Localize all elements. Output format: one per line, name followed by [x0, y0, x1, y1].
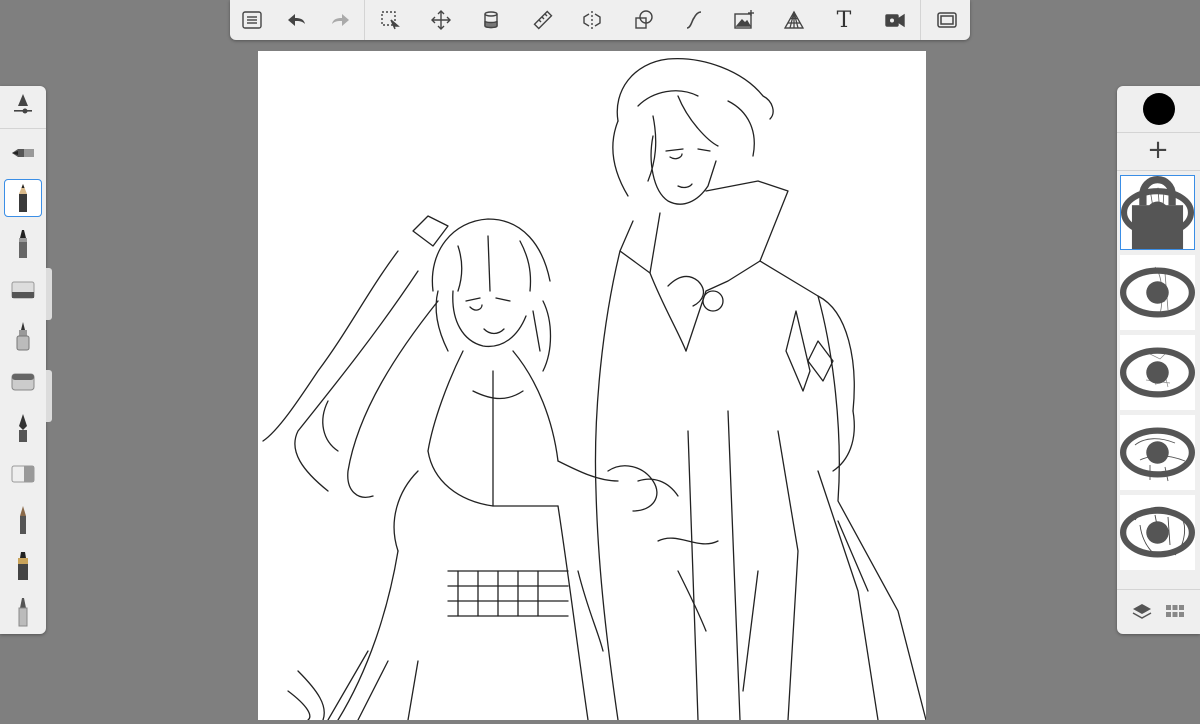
redo-icon[interactable]: [327, 6, 355, 34]
transform-icon[interactable]: [427, 6, 455, 34]
fine-liner-icon[interactable]: [5, 502, 41, 538]
lock-icon[interactable]: [1121, 176, 1194, 249]
fountain-pen-icon[interactable]: [5, 134, 41, 170]
record-icon[interactable]: [881, 6, 909, 34]
grid-view-icon[interactable]: [1164, 601, 1186, 623]
text-icon[interactable]: T: [830, 6, 858, 34]
airbrush-icon[interactable]: [5, 318, 41, 354]
brush-pen-icon[interactable]: [5, 548, 41, 584]
color-swatch[interactable]: [1143, 93, 1175, 125]
panel-resize-handle[interactable]: [46, 268, 52, 320]
curve-icon[interactable]: [680, 6, 708, 34]
symmetry-icon[interactable]: [578, 6, 606, 34]
soft-eraser-icon[interactable]: [5, 456, 41, 492]
layers-footer: [1117, 590, 1200, 634]
shapes-icon[interactable]: [630, 6, 658, 34]
ruler-icon[interactable]: [529, 6, 557, 34]
layers-panel: +: [1117, 86, 1200, 634]
panel-divider: [0, 128, 46, 129]
toolbar-separator: [364, 0, 365, 40]
list-icon[interactable]: [238, 6, 266, 34]
fill-bucket-icon[interactable]: [477, 6, 505, 34]
eraser-icon[interactable]: [5, 272, 41, 308]
perspective-grid-icon[interactable]: [780, 6, 808, 34]
line-art-sketch: [262, 57, 927, 721]
ink-pen-icon[interactable]: [5, 410, 41, 446]
selection-icon[interactable]: [376, 6, 404, 34]
eye-icon[interactable]: [1120, 255, 1195, 330]
panel-resize-handle[interactable]: [46, 370, 52, 422]
smudge-icon[interactable]: [5, 364, 41, 400]
add-layer-button[interactable]: +: [1146, 137, 1170, 163]
layers-stack-icon[interactable]: [1131, 601, 1153, 623]
paint-brush-icon[interactable]: [5, 594, 41, 630]
undo-icon[interactable]: [282, 6, 310, 34]
layer-thumbnail[interactable]: [1120, 255, 1195, 330]
layer-thumbnail[interactable]: [1120, 415, 1195, 490]
toolbar-separator: [920, 0, 921, 40]
pencil-icon[interactable]: [4, 179, 42, 217]
panel-divider: [1117, 170, 1200, 171]
brush-settings-icon[interactable]: [5, 88, 41, 124]
top-toolbar: T: [230, 0, 970, 40]
add-image-icon[interactable]: [730, 6, 758, 34]
eye-icon[interactable]: [1120, 495, 1195, 570]
marker-icon[interactable]: [5, 226, 41, 262]
layer-thumbnail[interactable]: [1120, 495, 1195, 570]
panel-divider: [1117, 132, 1200, 133]
fullscreen-icon[interactable]: [933, 6, 961, 34]
eye-icon[interactable]: [1120, 415, 1195, 490]
layer-thumbnail[interactable]: [1120, 335, 1195, 410]
eye-icon[interactable]: [1120, 335, 1195, 410]
brush-panel: [0, 86, 46, 634]
layer-thumbnail[interactable]: [1120, 175, 1195, 250]
drawing-canvas[interactable]: [258, 51, 927, 721]
